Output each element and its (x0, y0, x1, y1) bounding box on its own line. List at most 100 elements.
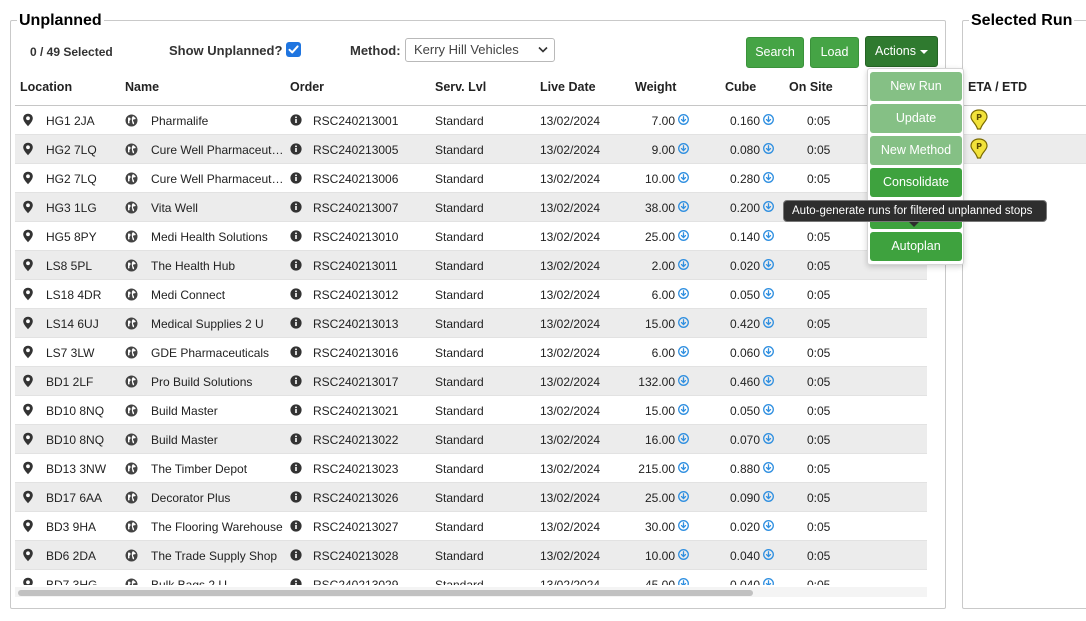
map-pin-icon[interactable] (22, 287, 34, 304)
map-pin-icon[interactable] (22, 113, 34, 130)
col-cube[interactable]: Cube (725, 80, 756, 94)
table-row[interactable]: BD7 3HG Bulk Bags 2 U RSC240213029 Standard… (15, 570, 927, 585)
weight-download-icon[interactable] (678, 462, 689, 476)
map-pin-icon[interactable] (22, 200, 34, 217)
weight-download-icon[interactable] (678, 114, 689, 128)
globe-icon[interactable] (125, 230, 138, 246)
map-pin-icon[interactable] (22, 316, 34, 333)
info-icon[interactable] (290, 404, 302, 419)
table-row[interactable]: BD13 3NW The Timber Depot RSC240213023 Stan… (15, 454, 927, 483)
weight-download-icon[interactable] (678, 549, 689, 563)
cube-download-icon[interactable] (763, 143, 774, 157)
info-icon[interactable] (290, 230, 302, 245)
cube-download-icon[interactable] (763, 375, 774, 389)
col-location[interactable]: Location (20, 80, 72, 94)
menu-consolidate[interactable]: Consolidate (870, 168, 962, 197)
table-row[interactable]: HG5 8PY Medi Health Solutions RSC240213010… (15, 222, 927, 251)
weight-download-icon[interactable] (678, 491, 689, 505)
menu-autoplan[interactable]: Autoplan (870, 232, 962, 261)
cube-download-icon[interactable] (763, 288, 774, 302)
show-unplanned-checkbox[interactable] (286, 42, 301, 57)
method-select[interactable]: Kerry Hill Vehicles (405, 38, 555, 62)
menu-new-run[interactable]: New Run (870, 72, 962, 101)
load-button[interactable]: Load (810, 37, 859, 68)
globe-icon[interactable] (125, 404, 138, 420)
weight-download-icon[interactable] (678, 433, 689, 447)
info-icon[interactable] (290, 201, 302, 216)
col-eta-etd[interactable]: ETA / ETD (968, 80, 1027, 94)
globe-icon[interactable] (125, 259, 138, 275)
map-pin-icon[interactable] (22, 432, 34, 449)
info-icon[interactable] (290, 317, 302, 332)
selected-run-row[interactable]: P (964, 135, 1086, 164)
map-pin-icon[interactable] (22, 229, 34, 246)
globe-icon[interactable] (125, 375, 138, 391)
weight-download-icon[interactable] (678, 317, 689, 331)
globe-icon[interactable] (125, 143, 138, 159)
map-marker-icon[interactable]: P (969, 138, 989, 160)
weight-download-icon[interactable] (678, 520, 689, 534)
weight-download-icon[interactable] (678, 143, 689, 157)
cube-download-icon[interactable] (763, 520, 774, 534)
selected-run-row[interactable]: P (964, 106, 1086, 135)
map-pin-icon[interactable] (22, 142, 34, 159)
map-pin-icon[interactable] (22, 490, 34, 507)
info-icon[interactable] (290, 491, 302, 506)
weight-download-icon[interactable] (678, 172, 689, 186)
table-row[interactable]: BD1 2LF Pro Build Solutions RSC240213017 St… (15, 367, 927, 396)
info-icon[interactable] (290, 346, 302, 361)
info-icon[interactable] (290, 578, 302, 585)
weight-download-icon[interactable] (678, 259, 689, 273)
globe-icon[interactable] (125, 491, 138, 507)
table-row[interactable]: BD17 6AA Decorator Plus RSC240213026 Standa… (15, 483, 927, 512)
cube-download-icon[interactable] (763, 462, 774, 476)
info-icon[interactable] (290, 433, 302, 448)
weight-download-icon[interactable] (678, 578, 689, 585)
table-row[interactable]: BD6 2DA The Trade Supply Shop RSC240213028… (15, 541, 927, 570)
table-row[interactable]: BD10 8NQ Build Master RSC240213021 Standard… (15, 396, 927, 425)
table-row[interactable]: LS8 5PL The Health Hub RSC240213011 Standar… (15, 251, 927, 280)
search-button[interactable]: Search (746, 37, 804, 68)
info-icon[interactable] (290, 259, 302, 274)
cube-download-icon[interactable] (763, 433, 774, 447)
table-row[interactable]: BD3 9HA The Flooring Warehouse RSC24021302… (15, 512, 927, 541)
cube-download-icon[interactable] (763, 346, 774, 360)
globe-icon[interactable] (125, 172, 138, 188)
col-weight[interactable]: Weight (635, 80, 676, 94)
globe-icon[interactable] (125, 114, 138, 130)
map-pin-icon[interactable] (22, 548, 34, 565)
info-icon[interactable] (290, 462, 302, 477)
globe-icon[interactable] (125, 346, 138, 362)
globe-icon[interactable] (125, 201, 138, 217)
map-pin-icon[interactable] (22, 374, 34, 391)
col-name[interactable]: Name (125, 80, 159, 94)
info-icon[interactable] (290, 114, 302, 129)
globe-icon[interactable] (125, 462, 138, 478)
info-icon[interactable] (290, 143, 302, 158)
map-pin-icon[interactable] (22, 577, 34, 585)
actions-button[interactable]: Actions (865, 36, 938, 67)
weight-download-icon[interactable] (678, 346, 689, 360)
globe-icon[interactable] (125, 549, 138, 565)
table-row[interactable]: LS18 4DR Medi Connect RSC240213012 Standard… (15, 280, 927, 309)
table-row[interactable]: HG2 7LQ Cure Well Pharmaceut… RSC240213005… (15, 135, 927, 164)
globe-icon[interactable] (125, 520, 138, 536)
weight-download-icon[interactable] (678, 375, 689, 389)
col-live-date[interactable]: Live Date (540, 80, 596, 94)
info-icon[interactable] (290, 288, 302, 303)
map-pin-icon[interactable] (22, 171, 34, 188)
globe-icon[interactable] (125, 433, 138, 449)
cube-download-icon[interactable] (763, 201, 774, 215)
cube-download-icon[interactable] (763, 172, 774, 186)
table-row[interactable]: LS14 6UJ Medical Supplies 2 U RSC240213013… (15, 309, 927, 338)
table-row[interactable]: HG1 2JA Pharmalife RSC240213001 Standard 13/… (15, 106, 927, 135)
weight-download-icon[interactable] (678, 288, 689, 302)
col-on-site[interactable]: On Site (789, 80, 833, 94)
map-marker-icon[interactable]: P (969, 109, 989, 131)
map-pin-icon[interactable] (22, 461, 34, 478)
cube-download-icon[interactable] (763, 404, 774, 418)
table-row[interactable]: BD10 8NQ Build Master RSC240213022 Standard… (15, 425, 927, 454)
horizontal-scrollbar-thumb[interactable] (18, 590, 753, 596)
map-pin-icon[interactable] (22, 519, 34, 536)
globe-icon[interactable] (125, 578, 138, 585)
